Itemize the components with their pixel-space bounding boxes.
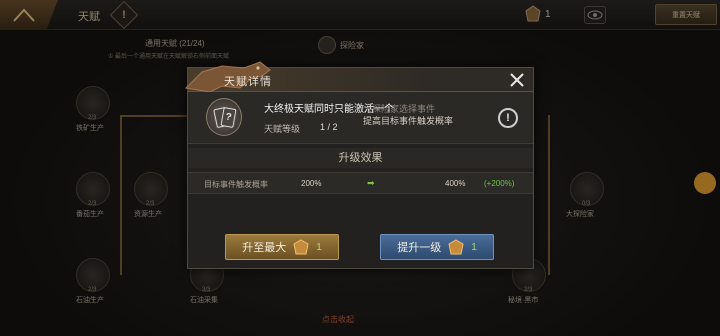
effect-current-value: 200%: [301, 179, 322, 188]
effect-next-value: 400%: [445, 179, 466, 188]
talent-description: 提高目标事件触发概率: [363, 116, 454, 126]
upgrade-one-button[interactable]: 提升一级 1: [380, 234, 494, 260]
talent-point-icon: [293, 239, 309, 255]
level-label: 天赋等级: [264, 124, 301, 134]
effect-name: 目标事件触发概率: [204, 180, 268, 189]
close-button[interactable]: [507, 70, 527, 90]
talent-point-icon: [448, 239, 464, 255]
dialog-title: 天赋详情: [224, 76, 272, 88]
arrow-right-icon: ➡: [367, 178, 375, 188]
talent-summary: ? 大探险家选择事件 大终极天赋同时只能激活一个 提高目标事件触发概率 天赋等级…: [188, 92, 533, 144]
upgrade-max-button[interactable]: 升至最大 1: [225, 234, 339, 260]
ultimate-warning: 大终极天赋同时只能激活一个: [264, 104, 394, 115]
talent-detail-dialog: 天赋详情 ? 大探险家选择事件 大终极天赋同时只能激活一个 提高目标事件触发概率…: [184, 61, 534, 269]
level-value: 1 / 2: [320, 122, 338, 132]
card-talent-icon: ?: [206, 98, 242, 136]
effect-delta: (+200%): [484, 179, 515, 188]
effect-row: 目标事件触发概率 200% ➡ 400% (+200%): [188, 172, 533, 194]
upgrade-effect-title: 升级效果: [188, 148, 533, 168]
dialog-header: 天赋详情: [184, 61, 533, 93]
info-icon[interactable]: !: [498, 108, 518, 128]
close-icon: [510, 73, 524, 87]
